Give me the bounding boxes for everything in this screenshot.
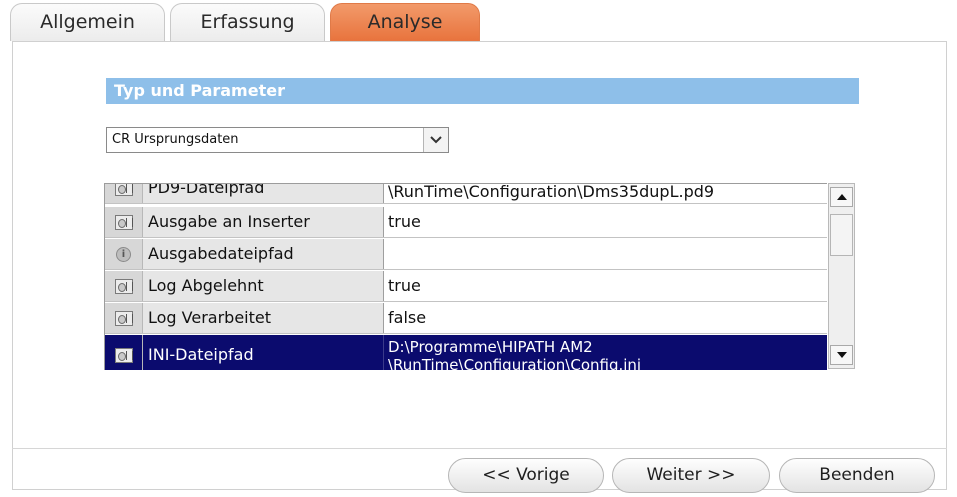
property-name: Ausgabe an Inserter [143, 207, 384, 237]
tab-allgemein[interactable]: Allgemein [10, 3, 165, 41]
grid-row-ini-dateipfad[interactable]: INI-Dateipfad D:\Programme\HIPATH AM2 \R… [105, 335, 827, 370]
grid-row-pd9-dateipfad[interactable]: PD9-Dateipfad \RunTime\Configuration\Dms… [105, 184, 827, 204]
chevron-down-icon[interactable] [423, 128, 448, 152]
tab-analyse[interactable]: Analyse [330, 3, 480, 41]
scrollbar-thumb[interactable] [830, 214, 853, 256]
property-value[interactable]: true [384, 271, 827, 301]
property-value[interactable] [384, 239, 827, 269]
properties-icon [105, 184, 143, 203]
property-name: PD9-Dateipfad [143, 184, 384, 203]
info-icon: i [105, 239, 143, 269]
section-header: Typ und Parameter [106, 78, 859, 104]
property-grid: PD9-Dateipfad \RunTime\Configuration\Dms… [104, 183, 827, 370]
finish-button[interactable]: Beenden [779, 458, 935, 493]
grid-row-log-verarbeitet[interactable]: Log Verarbeitet false [105, 303, 827, 334]
property-name: INI-Dateipfad [143, 335, 384, 370]
properties-icon [105, 303, 143, 333]
property-value[interactable]: false [384, 303, 827, 333]
previous-button[interactable]: << Vorige [448, 458, 604, 493]
next-button[interactable]: Weiter >> [612, 458, 770, 493]
property-name: Log Abgelehnt [143, 271, 384, 301]
type-dropdown-value: CR Ursprungsdaten [112, 132, 239, 147]
property-name: Ausgabedateipfad [143, 239, 384, 269]
grid-row-log-abgelehnt[interactable]: Log Abgelehnt true [105, 271, 827, 302]
property-value[interactable]: D:\Programme\HIPATH AM2 \RunTime\Configu… [384, 335, 827, 370]
tab-bar: Allgemein Erfassung Analyse [0, 0, 957, 42]
footer-divider [12, 448, 947, 449]
grid-row-ausgabe-an-inserter[interactable]: Ausgabe an Inserter true [105, 207, 827, 238]
properties-icon [105, 207, 143, 237]
type-dropdown[interactable]: CR Ursprungsdaten [106, 127, 449, 153]
grid-scrollbar[interactable] [828, 183, 855, 369]
property-name: Log Verarbeitet [143, 303, 384, 333]
property-value-line: D:\Programme\HIPATH AM2 [388, 338, 593, 356]
property-value[interactable]: \RunTime\Configuration\Dms35dupL.pd9 [384, 184, 827, 203]
property-value[interactable]: true [384, 207, 827, 237]
properties-icon [105, 335, 143, 370]
properties-icon [105, 271, 143, 301]
tab-erfassung[interactable]: Erfassung [170, 3, 325, 41]
property-value-line: \RunTime\Configuration\Config.ini [388, 356, 642, 370]
scroll-down-icon[interactable] [830, 345, 853, 365]
grid-row-ausgabedateipfad[interactable]: i Ausgabedateipfad [105, 239, 827, 270]
scroll-up-icon[interactable] [830, 187, 853, 207]
